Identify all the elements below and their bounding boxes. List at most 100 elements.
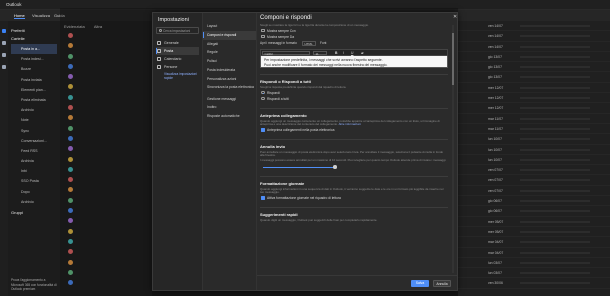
calendar-app-icon[interactable] xyxy=(2,41,6,45)
list-item[interactable]: lun 10/07 xyxy=(458,145,610,155)
list-item[interactable]: gio 06/07 xyxy=(458,196,610,207)
sub-rules[interactable]: Regole xyxy=(203,48,256,57)
sub-auto-replies[interactable]: Risposte automatiche xyxy=(203,112,256,121)
folder-item[interactable]: Feed RSS xyxy=(11,146,57,156)
message-preview xyxy=(520,86,590,89)
slider-handle[interactable] xyxy=(333,165,337,169)
list-item[interactable]: lun 10/07 xyxy=(458,134,610,145)
list-item[interactable]: mar 04/07 xyxy=(458,237,610,248)
message-date: gio 13/07 xyxy=(488,65,502,70)
bold-button[interactable]: B xyxy=(335,51,337,55)
groups-header[interactable]: Gruppi xyxy=(11,210,57,215)
folder-item[interactable]: Bozze xyxy=(11,64,57,74)
list-item[interactable]: mar 04/07 xyxy=(458,248,610,258)
folder-item[interactable]: Posta eliminata xyxy=(11,95,57,105)
list-item[interactable]: ven 07/07 xyxy=(458,175,610,186)
sub-attachments[interactable]: Allegati xyxy=(203,40,256,49)
scrollbar-thumb[interactable] xyxy=(452,33,454,85)
close-icon[interactable]: ✕ xyxy=(453,14,457,20)
category-general[interactable]: Generale xyxy=(156,39,199,47)
list-item[interactable]: mer 12/07 xyxy=(458,83,610,94)
tab-view[interactable]: Visualizza xyxy=(32,13,50,18)
font-color-icon[interactable]: ▰ xyxy=(361,51,364,55)
link-preview-checkbox[interactable]: Anteprima collegamenti nella posta elett… xyxy=(260,127,448,133)
list-item[interactable]: gio 13/07 xyxy=(458,52,610,63)
sub-compose-reply[interactable]: Componi e rispondi xyxy=(203,30,256,40)
favorites-header[interactable]: Preferiti xyxy=(11,28,57,33)
learn-more-link[interactable]: Altre informazioni xyxy=(339,122,361,126)
list-item[interactable]: gio 13/07 xyxy=(458,62,610,73)
sub-sweep[interactable]: Pulisci xyxy=(203,57,256,66)
folder-item[interactable]: Dopo xyxy=(11,187,57,197)
folder-item[interactable]: Conversazioni... xyxy=(11,136,57,146)
tab-home[interactable]: Home xyxy=(14,13,25,19)
folder-item[interactable]: Elementi pian... xyxy=(11,85,57,95)
folder-item[interactable]: Posta in a... xyxy=(11,44,57,55)
date-format-checkbox[interactable]: Attiva formattazione giornate nel riquad… xyxy=(260,195,448,201)
format-select[interactable]: HTML xyxy=(302,40,316,46)
list-item[interactable]: ven 14/07 xyxy=(458,42,610,52)
font-size-select[interactable]: 11 xyxy=(313,50,327,56)
sub-junk[interactable]: Posta indesiderata xyxy=(203,66,256,75)
folder-item[interactable]: Posta inviata xyxy=(11,75,57,85)
sub-customize-actions[interactable]: Personalizza azioni xyxy=(203,75,256,84)
discard-button[interactable]: Annulla xyxy=(433,280,451,287)
list-item[interactable]: gio 13/07 xyxy=(458,72,610,83)
settings-title: Impostazioni xyxy=(158,17,189,23)
mail-app-icon[interactable] xyxy=(2,29,6,33)
list-item[interactable]: lun 03/07 xyxy=(458,258,610,269)
message-date: ven 07/07 xyxy=(488,168,503,173)
list-item[interactable]: mer 12/07 xyxy=(458,103,610,114)
reply-section: Rispondi o Rispondi a tutti Scegli la ri… xyxy=(260,74,448,102)
list-item[interactable]: lun 03/07 xyxy=(458,268,610,279)
folder-item[interactable]: SSO Posta xyxy=(11,176,57,186)
list-item[interactable]: ven 07/07 xyxy=(458,165,610,176)
save-button[interactable]: Salva xyxy=(411,280,429,287)
message-date: gio 06/07 xyxy=(488,209,502,214)
folders-header[interactable]: Cartelle xyxy=(11,36,57,41)
sub-forwarding[interactable]: Inoltro xyxy=(203,103,256,112)
message-preview xyxy=(520,117,590,120)
sub-message-handling[interactable]: Gestione messaggi xyxy=(203,95,256,104)
quick-settings-link[interactable]: Visualizza impostazioni rapide xyxy=(156,72,199,80)
sub-sync[interactable]: Sincronizza la posta elettronica xyxy=(203,84,256,95)
reply-all-radio[interactable]: Rispondi a tutti xyxy=(260,96,448,102)
message-preview xyxy=(520,107,590,110)
message-preview xyxy=(520,251,590,254)
list-item[interactable]: mer 12/07 xyxy=(458,93,610,104)
list-item[interactable]: ven 07/07 xyxy=(458,186,610,197)
list-item[interactable]: ven 30/06 xyxy=(458,278,610,289)
sub-layout[interactable]: Layout xyxy=(203,22,256,31)
list-item[interactable]: lun 10/07 xyxy=(458,155,610,166)
italic-button[interactable]: I xyxy=(343,51,344,55)
category-people[interactable]: Persone xyxy=(156,63,199,71)
folder-item[interactable]: Note xyxy=(11,115,57,125)
font-family-select[interactable]: Calibri xyxy=(262,50,310,56)
list-item[interactable]: mar 11/07 xyxy=(458,124,610,135)
category-mail[interactable]: Posta xyxy=(156,47,199,55)
message-preview xyxy=(520,66,590,69)
folder-pane: Preferiti Cartelle Posta in a... Posta i… xyxy=(8,21,60,296)
folder-item[interactable]: Archivia xyxy=(11,156,57,166)
folder-item[interactable]: Archivio xyxy=(11,197,57,207)
list-item[interactable]: mar 11/07 xyxy=(458,114,610,124)
list-item[interactable]: ven 14/07 xyxy=(458,31,610,42)
folder-item[interactable]: Sync xyxy=(11,126,57,136)
list-item[interactable]: ven 14/07 xyxy=(458,21,610,32)
undo-send-slider[interactable] xyxy=(263,165,337,170)
link-preview-desc: Quando aggiungi un messaggio contenente … xyxy=(260,118,440,127)
list-item[interactable]: mer 05/07 xyxy=(458,227,610,238)
folder-item[interactable]: Archivio xyxy=(11,105,57,115)
list-item[interactable]: gio 06/07 xyxy=(458,206,610,217)
people-app-icon[interactable] xyxy=(2,53,6,57)
list-item[interactable]: mer 05/07 xyxy=(458,217,610,227)
underline-button[interactable]: U xyxy=(351,51,353,55)
message-preview xyxy=(520,148,590,151)
upgrade-promo[interactable]: Prova l'aggiornamento a Microsoft 365 co… xyxy=(11,278,59,291)
todo-app-icon[interactable] xyxy=(2,65,6,69)
message-preview xyxy=(520,272,590,275)
folder-item[interactable]: Inbi xyxy=(11,166,57,176)
category-calendar[interactable]: Calendario xyxy=(156,55,199,63)
folder-item[interactable]: Posta indesi... xyxy=(11,54,57,64)
settings-search-input[interactable]: Cerca impostazioni xyxy=(156,27,199,34)
